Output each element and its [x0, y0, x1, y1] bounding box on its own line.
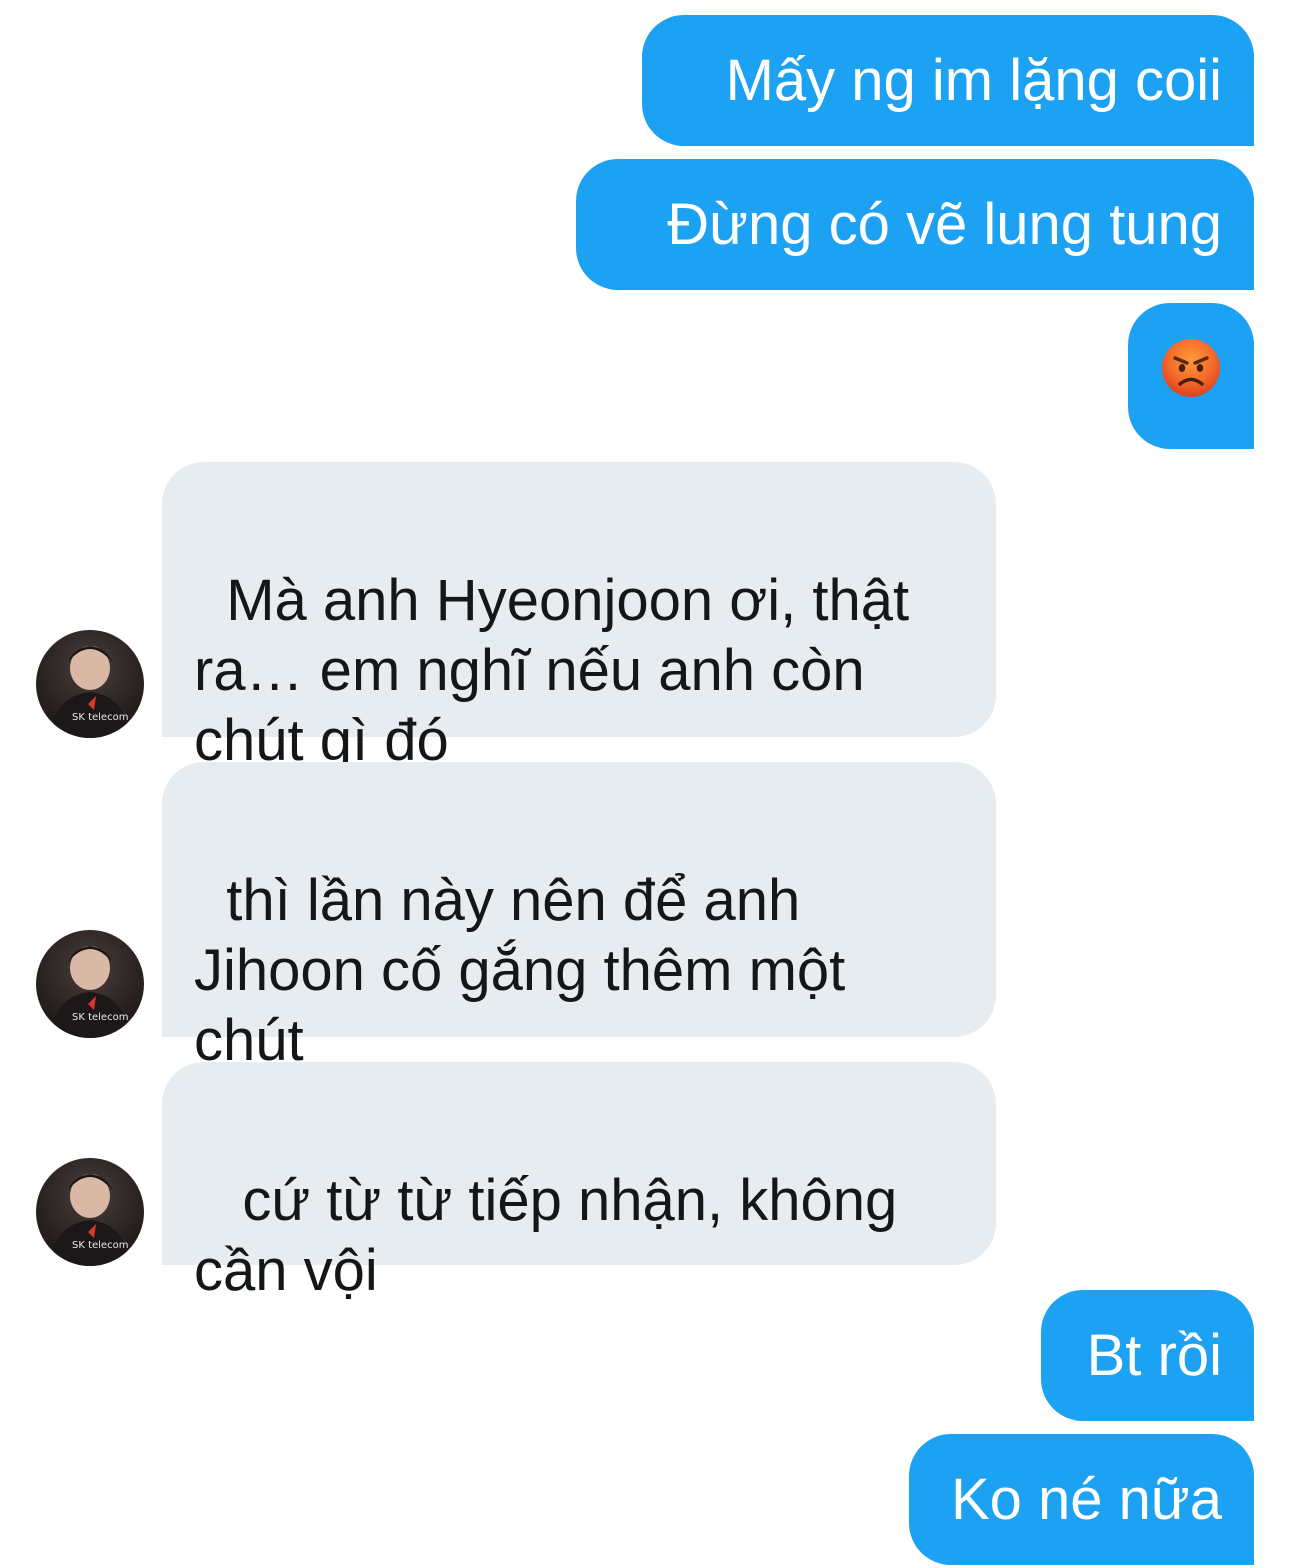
contact-avatar[interactable]: SK telecom — [36, 930, 144, 1038]
message-text: Mà anh Hyeonjoon ơi, thật ra… em nghĩ nế… — [194, 568, 910, 773]
outgoing-message-bubble[interactable]: Đừng có vẽ lung tung — [576, 159, 1254, 290]
angry-face-icon — [1161, 338, 1221, 414]
outgoing-emoji-bubble[interactable] — [1128, 303, 1254, 449]
message-text: Mấy ng im lặng coii — [725, 47, 1222, 113]
team-logo-text: SK telecom — [72, 712, 128, 723]
message-text: Ko né nữa — [950, 1466, 1222, 1532]
contact-avatar[interactable]: SK telecom — [36, 630, 144, 738]
team-logo-text: SK telecom — [72, 1012, 128, 1023]
outgoing-message-bubble[interactable]: Mấy ng im lặng coii — [642, 15, 1254, 146]
message-text: Đừng có vẽ lung tung — [667, 191, 1222, 257]
outgoing-message-bubble[interactable]: Bt rồi — [1041, 1290, 1254, 1421]
message-text: cứ từ từ tiếp nhận, không cần vội — [194, 1168, 898, 1303]
incoming-message-bubble[interactable]: thì lần này nên để anh Jihoon cố gắng th… — [162, 762, 996, 1073]
message-text: Bt rồi — [1086, 1322, 1222, 1388]
team-logo-text: SK telecom — [72, 1240, 128, 1251]
contact-avatar[interactable]: SK telecom — [36, 1158, 144, 1266]
outgoing-message-bubble[interactable]: Ko né nữa — [909, 1434, 1254, 1565]
incoming-message-bubble[interactable]: cứ từ từ tiếp nhận, không cần vội — [162, 1062, 996, 1303]
incoming-message-bubble[interactable]: Mà anh Hyeonjoon ơi, thật ra… em nghĩ nế… — [162, 462, 996, 773]
message-text: thì lần này nên để anh Jihoon cố gắng th… — [194, 868, 846, 1073]
